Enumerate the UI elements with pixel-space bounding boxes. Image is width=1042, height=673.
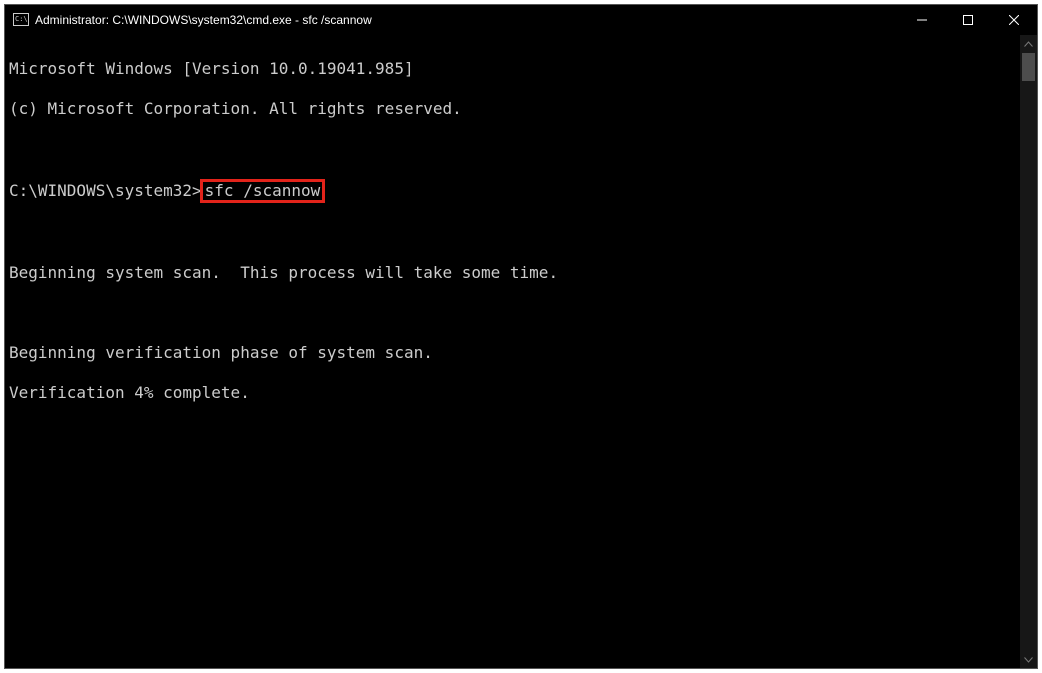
console-line: Beginning verification phase of system s… (9, 343, 1016, 363)
console-line: Microsoft Windows [Version 10.0.19041.98… (9, 59, 1016, 79)
console-prompt-line: C:\WINDOWS\system32>sfc /scannow (9, 179, 1016, 203)
console-blank-line (9, 139, 1016, 159)
console-blank-line (9, 303, 1016, 323)
window-controls (899, 5, 1037, 35)
maximize-button[interactable] (945, 5, 991, 35)
console-output[interactable]: Microsoft Windows [Version 10.0.19041.98… (5, 35, 1020, 668)
console-line: (c) Microsoft Corporation. All rights re… (9, 99, 1016, 119)
cmd-icon: C:\ (13, 12, 29, 28)
close-button[interactable] (991, 5, 1037, 35)
titlebar[interactable]: C:\ Administrator: C:\WINDOWS\system32\c… (5, 5, 1037, 35)
cmd-window: C:\ Administrator: C:\WINDOWS\system32\c… (4, 4, 1038, 669)
console-line: Beginning system scan. This process will… (9, 263, 1016, 283)
window-title: Administrator: C:\WINDOWS\system32\cmd.e… (35, 13, 372, 27)
highlighted-command: sfc /scannow (200, 179, 326, 203)
scrollbar-thumb[interactable] (1022, 53, 1035, 81)
minimize-button[interactable] (899, 5, 945, 35)
client-area: Microsoft Windows [Version 10.0.19041.98… (5, 35, 1037, 668)
svg-text:C:\: C:\ (15, 15, 28, 23)
prompt-prefix: C:\WINDOWS\system32> (9, 181, 202, 200)
scrollbar-down-arrow-icon[interactable] (1020, 651, 1037, 668)
command-text: sfc /scannow (205, 181, 321, 200)
console-line: Verification 4% complete. (9, 383, 1016, 403)
vertical-scrollbar[interactable] (1020, 35, 1037, 668)
console-blank-line (9, 223, 1016, 243)
scrollbar-up-arrow-icon[interactable] (1020, 35, 1037, 52)
